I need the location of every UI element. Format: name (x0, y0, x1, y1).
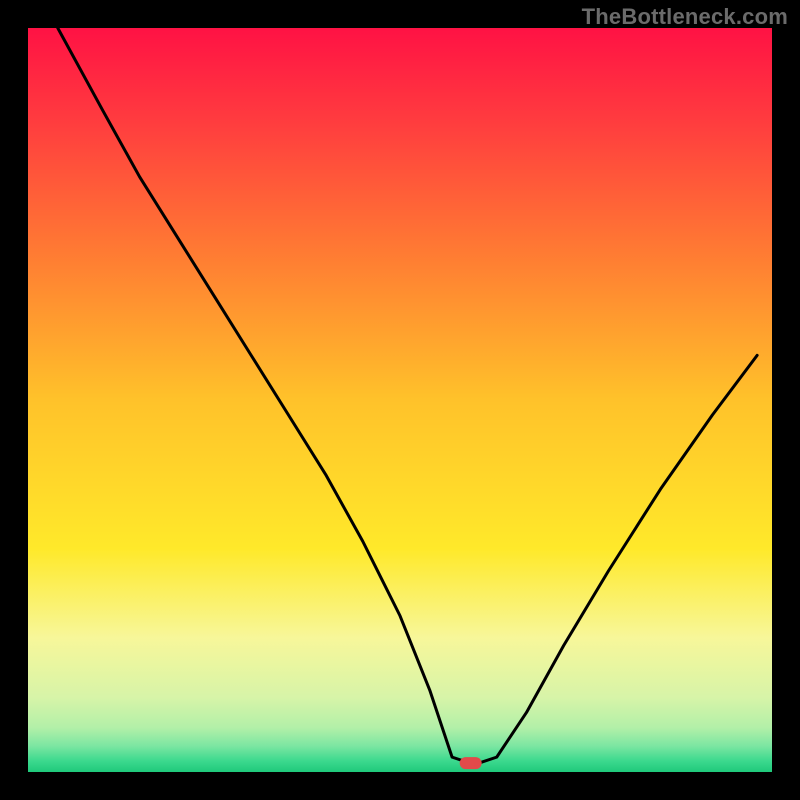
bottleneck-chart: TheBottleneck.com (0, 0, 800, 800)
minimum-marker (460, 757, 482, 769)
chart-background (28, 28, 772, 772)
chart-svg (0, 0, 800, 800)
watermark-text: TheBottleneck.com (582, 4, 788, 30)
